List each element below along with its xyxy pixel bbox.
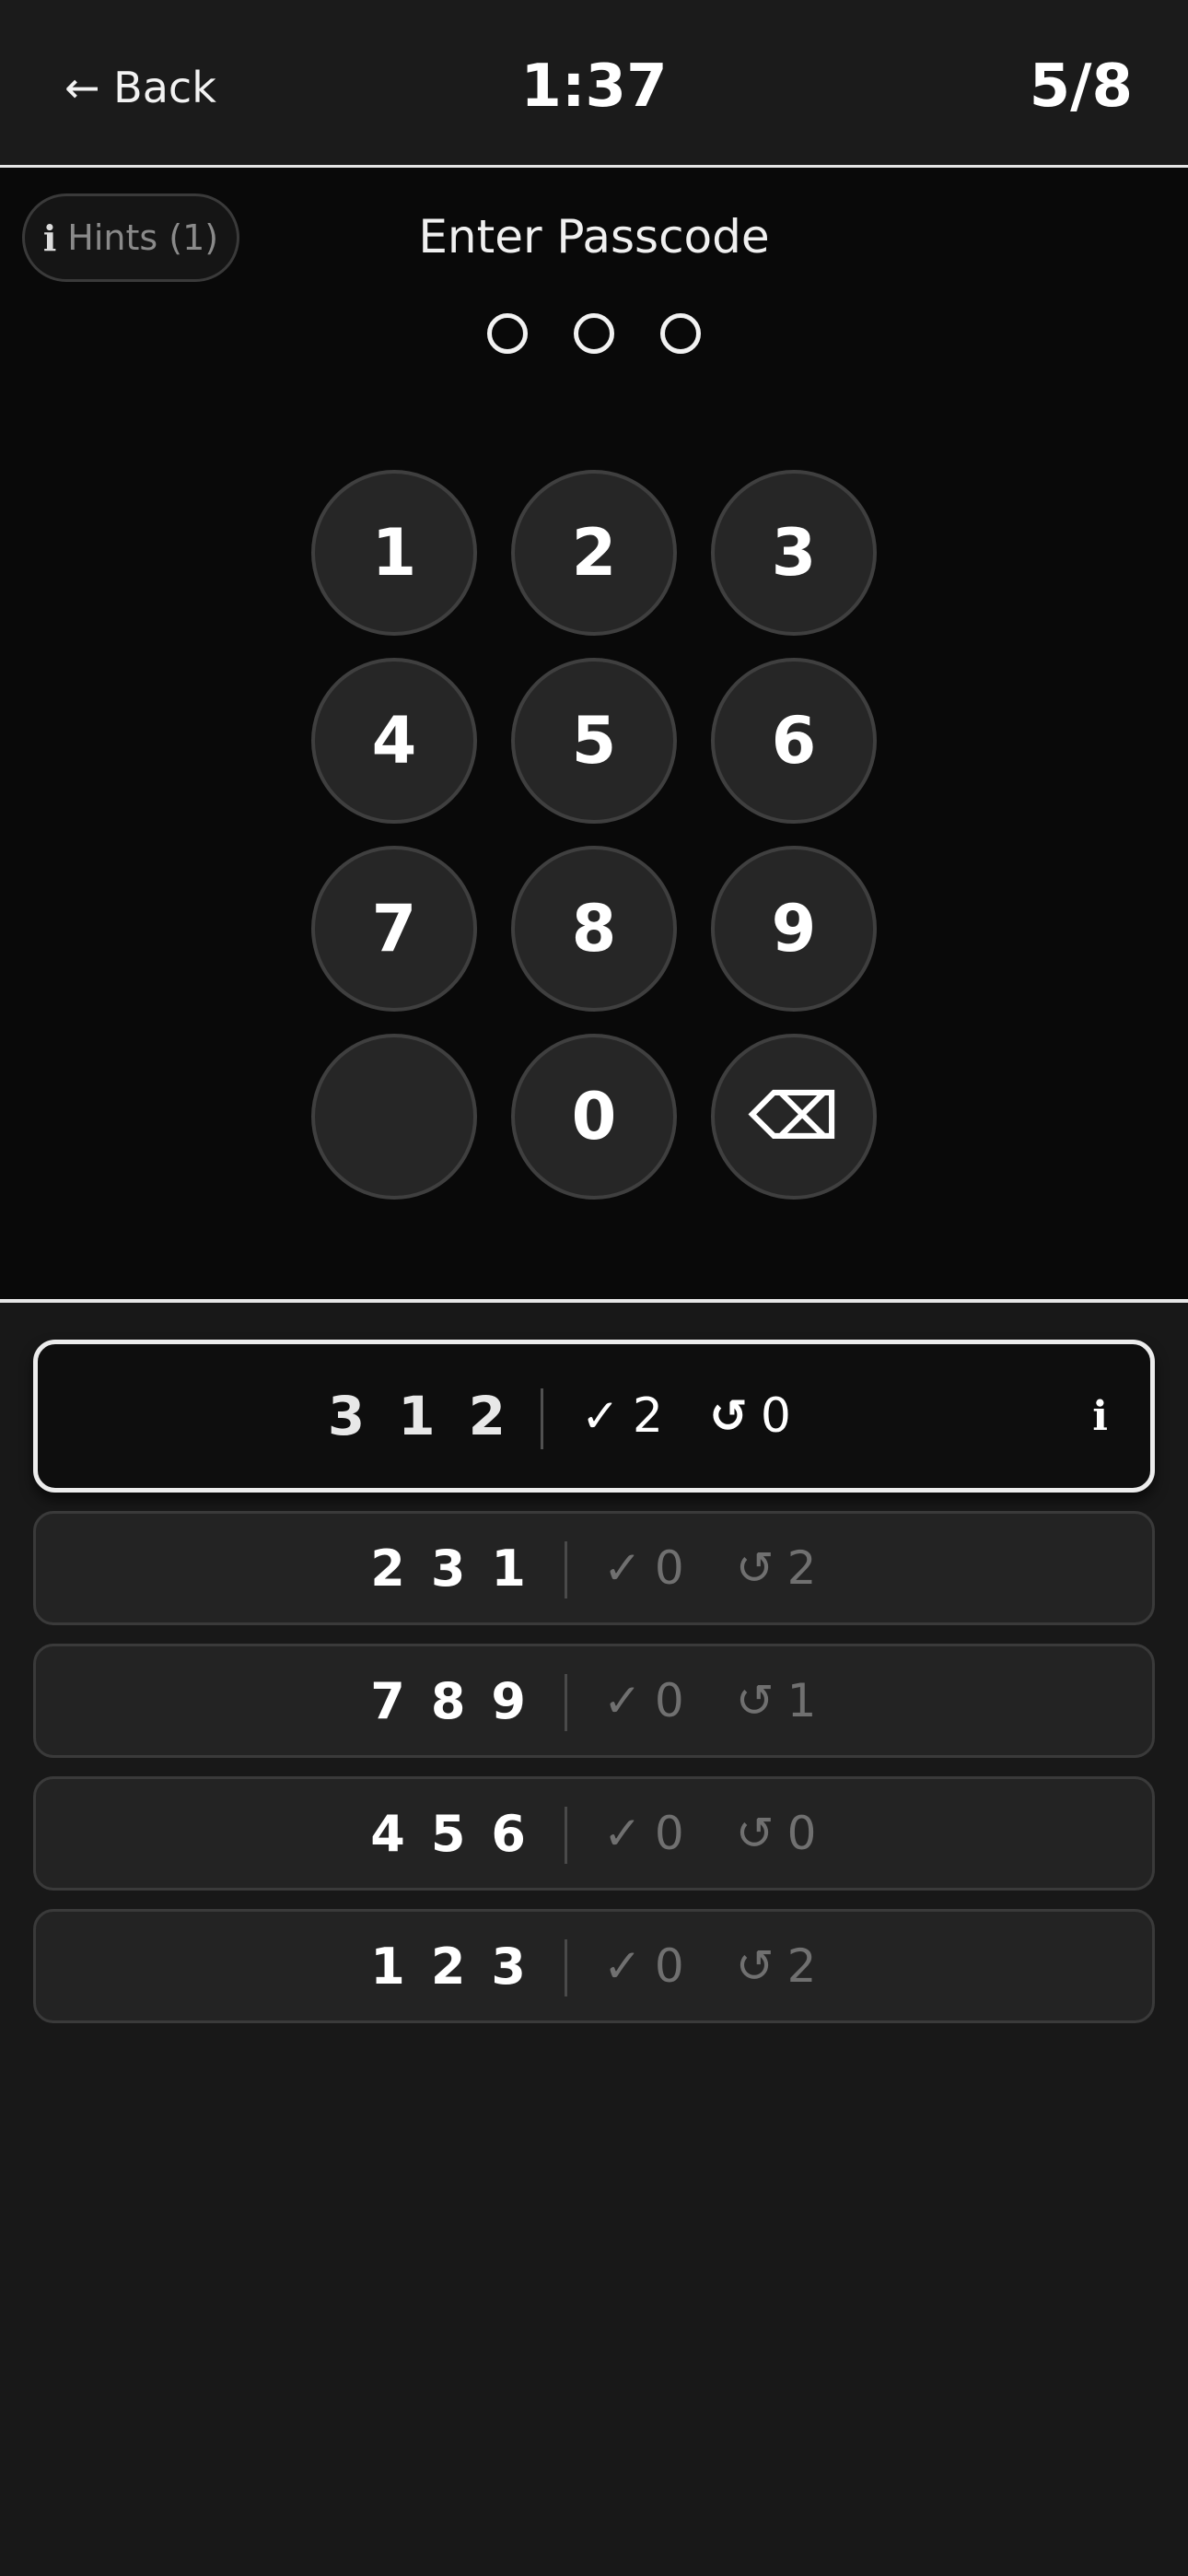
- rotate-icon: ↺: [735, 1674, 775, 1727]
- guess-digit: 2: [370, 1539, 405, 1598]
- guess-row: 2 3 1 ✓ 0 ↺ 2: [33, 1511, 1155, 1625]
- passcode-panel: i Hints (1) Enter Passcode 1 2 3 4 5 6 7…: [0, 168, 1188, 1299]
- guess-digits: 2 3 1: [370, 1514, 526, 1622]
- misplaced-count: 0: [760, 1388, 791, 1444]
- key-7[interactable]: 7: [311, 846, 477, 1012]
- guess-digit: 7: [370, 1671, 405, 1730]
- guess-digit: 2: [468, 1385, 506, 1447]
- correct-count: 0: [654, 1807, 684, 1860]
- passcode-dot: [660, 313, 701, 354]
- key-blank[interactable]: [311, 1034, 477, 1200]
- guess-digit: 2: [430, 1937, 466, 1996]
- top-bar: ← Back 1:37 5/8: [0, 0, 1188, 168]
- guess-digits: 3 1 2: [328, 1344, 506, 1488]
- key-3[interactable]: 3: [711, 470, 877, 636]
- guess-row: 7 8 9 ✓ 0 ↺ 1: [33, 1644, 1155, 1758]
- guess-digits: 1 2 3: [370, 1912, 526, 2020]
- guess-feedback: ✓ 0 ↺ 1: [603, 1646, 816, 1755]
- correct-count: 2: [632, 1388, 663, 1444]
- guess-digit: 1: [491, 1539, 526, 1598]
- check-icon: ✓: [603, 1674, 642, 1727]
- guess-separator: [565, 1807, 567, 1864]
- guess-feedback: ✓ 2 ↺ 0: [581, 1344, 791, 1488]
- numeric-keypad: 1 2 3 4 5 6 7 8 9 0 ⌫: [311, 470, 877, 1200]
- misplaced-count: 1: [786, 1674, 817, 1727]
- passcode-dot: [487, 313, 528, 354]
- passcode-prompt: Enter Passcode: [418, 210, 770, 263]
- guess-digit: 3: [430, 1539, 466, 1598]
- guess-separator: [541, 1388, 543, 1449]
- backspace-icon[interactable]: ⌫: [711, 1034, 877, 1200]
- key-1[interactable]: 1: [311, 470, 477, 636]
- guess-digits: 4 5 6: [370, 1779, 526, 1888]
- guess-digit: 5: [430, 1804, 466, 1863]
- guess-digit: 1: [398, 1385, 436, 1447]
- rotate-icon: ↺: [709, 1389, 748, 1443]
- passcode-indicator: [0, 313, 1188, 354]
- key-8[interactable]: 8: [511, 846, 677, 1012]
- guess-digit: 1: [370, 1937, 405, 1996]
- key-0[interactable]: 0: [511, 1034, 677, 1200]
- guess-separator: [565, 1541, 567, 1598]
- guess-digit: 6: [491, 1804, 526, 1863]
- misplaced-count: 2: [786, 1939, 817, 1993]
- check-icon: ✓: [603, 1541, 642, 1595]
- guess-separator: [565, 1939, 567, 1996]
- guess-digit: 3: [491, 1937, 526, 1996]
- misplaced-count: 2: [786, 1541, 817, 1595]
- key-6[interactable]: 6: [711, 658, 877, 824]
- guess-feedback: ✓ 0 ↺ 2: [603, 1912, 816, 2020]
- correct-count: 0: [654, 1541, 684, 1595]
- guess-feedback: ✓ 0 ↺ 0: [603, 1779, 816, 1888]
- correct-count: 0: [654, 1939, 684, 1993]
- level-counter: 5/8: [1029, 53, 1133, 121]
- rotate-icon: ↺: [735, 1939, 775, 1993]
- rotate-icon: ↺: [735, 1541, 775, 1595]
- guess-separator: [565, 1674, 567, 1731]
- check-icon: ✓: [603, 1807, 642, 1860]
- misplaced-count: 0: [786, 1807, 817, 1860]
- guess-row: 4 5 6 ✓ 0 ↺ 0: [33, 1776, 1155, 1891]
- key-9[interactable]: 9: [711, 846, 877, 1012]
- guess-digits: 7 8 9: [370, 1646, 526, 1755]
- guess-digit: 4: [370, 1804, 405, 1863]
- guess-row: 1 2 3 ✓ 0 ↺ 2: [33, 1909, 1155, 2023]
- section-divider: [0, 1299, 1188, 1303]
- guess-row-latest[interactable]: 3 1 2 ✓ 2 ↺ 0 i: [33, 1340, 1155, 1493]
- key-4[interactable]: 4: [311, 658, 477, 824]
- key-5[interactable]: 5: [511, 658, 677, 824]
- guess-digit: 9: [491, 1671, 526, 1730]
- check-icon: ✓: [603, 1939, 642, 1993]
- guess-digit: 3: [327, 1385, 366, 1447]
- countdown-timer: 1:37: [520, 53, 668, 121]
- info-icon[interactable]: i: [1092, 1344, 1108, 1488]
- guess-feedback: ✓ 0 ↺ 2: [603, 1514, 816, 1622]
- passcode-dot: [574, 313, 614, 354]
- correct-count: 0: [654, 1674, 684, 1727]
- key-2[interactable]: 2: [511, 470, 677, 636]
- rotate-icon: ↺: [735, 1807, 775, 1860]
- guess-digit: 8: [430, 1671, 466, 1730]
- check-icon: ✓: [581, 1389, 620, 1443]
